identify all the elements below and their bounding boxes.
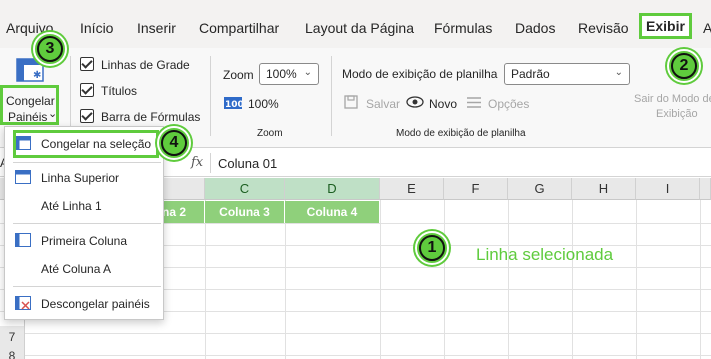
menu-separator — [13, 286, 161, 287]
formula-input[interactable]: Coluna 01 — [218, 156, 277, 171]
formula-bar-label: Barra de Fórmulas — [101, 110, 201, 124]
save-view-icon — [344, 95, 358, 109]
cell-d1[interactable]: Coluna 4 — [285, 201, 380, 223]
menu-inserir[interactable]: Inserir — [137, 20, 176, 36]
svg-text:100: 100 — [225, 100, 242, 109]
formula-bar-checkbox[interactable] — [80, 109, 94, 123]
menu-item-label: Até Linha 1 — [41, 199, 102, 213]
zoom-label: Zoom — [223, 68, 254, 82]
exit-view-line2[interactable]: Exibição — [656, 108, 698, 120]
chevron-down-icon: ⌄ — [614, 67, 623, 78]
grid-hline — [0, 355, 711, 356]
menu-item-label: Descongelar painéis — [41, 297, 150, 311]
zoom-group-label: Zoom — [257, 128, 283, 139]
menu-item-top-row[interactable]: Linha Superior — [5, 165, 163, 191]
menu-item-until-column-a[interactable]: Até Coluna A — [5, 256, 163, 282]
sheet-view-select-value: Padrão — [511, 67, 550, 81]
column-header-e[interactable]: E — [380, 178, 444, 200]
headings-checkbox[interactable] — [80, 83, 94, 97]
menu-revisao[interactable]: Revisão — [578, 20, 629, 36]
menu-more[interactable]: A — [703, 20, 711, 36]
gridlines-label: Linhas de Grade — [101, 58, 190, 72]
column-header-f[interactable]: F — [444, 178, 508, 200]
annotation-badge-4: 4 — [157, 126, 191, 160]
menu-compartilhar[interactable]: Compartilhar — [199, 20, 279, 36]
annotation-badge-2: 2 — [667, 49, 701, 83]
column-header-d[interactable]: D — [285, 178, 380, 200]
menu-item-first-column[interactable]: Primeira Coluna — [5, 228, 163, 254]
save-view-button[interactable]: Salvar — [366, 97, 400, 111]
badge-number: 2 — [671, 53, 697, 79]
selected-row-callout: Linha selecionada — [476, 245, 614, 264]
sheet-view-select[interactable]: Padrão ⌄ — [504, 63, 630, 85]
formula-divider — [210, 153, 211, 173]
svg-text:✱: ✱ — [33, 70, 41, 81]
grid-hline — [0, 333, 711, 334]
column-header-j[interactable] — [700, 178, 711, 200]
chevron-down-icon: ⌄ — [303, 67, 312, 78]
unfreeze-panes-icon — [15, 296, 31, 310]
badge-number: 4 — [161, 130, 187, 156]
freeze-first-column-icon — [15, 233, 31, 247]
menu-item-label: Linha Superior — [41, 171, 120, 185]
menu-dados[interactable]: Dados — [515, 20, 555, 36]
sheet-view-group-label: Modo de exibição de planilha — [396, 128, 526, 139]
ribbon-separator — [331, 56, 332, 136]
menu-item-label: Até Coluna A — [41, 262, 112, 276]
row-number-8[interactable]: 8 — [0, 348, 24, 359]
column-header-g[interactable]: G — [508, 178, 572, 200]
sheet-view-label: Modo de exibição de planilha — [342, 67, 498, 81]
annotation-badge-3: 3 — [33, 32, 67, 66]
ribbon-separator — [70, 56, 71, 136]
highlight-freeze-selection — [13, 130, 159, 158]
column-header-h[interactable]: H — [572, 178, 636, 200]
zoom-100-icon: 100 — [224, 97, 242, 109]
zoom-100-button[interactable]: 100% — [248, 97, 279, 111]
menu-item-until-row-1[interactable]: Até Linha 1 — [5, 193, 163, 219]
fx-icon[interactable]: fx — [191, 155, 203, 170]
menu-inicio[interactable]: Início — [80, 20, 113, 36]
exit-view-line1[interactable]: Sair do Modo de — [634, 93, 711, 105]
zoom-select[interactable]: 100% ⌄ — [259, 63, 319, 85]
row-number-7[interactable]: 7 — [0, 326, 24, 348]
menu-bar: Arquivo Início Inserir Compartilhar Layo… — [0, 0, 711, 48]
menu-separator — [13, 223, 161, 224]
ribbon-separator — [210, 56, 211, 136]
options-button[interactable]: Opções — [488, 97, 529, 111]
headings-label: Títulos — [101, 84, 138, 98]
column-header-c[interactable]: C — [205, 178, 285, 200]
cell-c1[interactable]: Coluna 3 — [205, 201, 285, 223]
options-list-icon — [467, 97, 481, 108]
new-view-icon — [406, 96, 424, 108]
annotation-badge-1: 1 — [415, 231, 449, 265]
new-view-button[interactable]: Novo — [429, 97, 457, 111]
highlight-freeze-button — [0, 85, 59, 125]
menu-item-label: Primeira Coluna — [41, 234, 128, 248]
column-header-i[interactable]: I — [636, 178, 700, 200]
badge-number: 1 — [419, 235, 445, 261]
zoom-select-value: 100% — [266, 67, 297, 81]
menu-formulas[interactable]: Fórmulas — [434, 20, 492, 36]
freeze-top-row-icon — [15, 170, 31, 184]
menu-separator — [13, 162, 161, 163]
gridlines-checkbox[interactable] — [80, 57, 94, 71]
menu-exibir[interactable]: Exibir — [639, 13, 692, 39]
freeze-panes-dropdown: Congelar na seleção Linha Superior Até L… — [4, 126, 164, 320]
menu-item-unfreeze[interactable]: Descongelar painéis — [5, 291, 163, 317]
menu-layout-da-pagina[interactable]: Layout da Página — [305, 20, 414, 36]
badge-number: 3 — [37, 36, 63, 62]
